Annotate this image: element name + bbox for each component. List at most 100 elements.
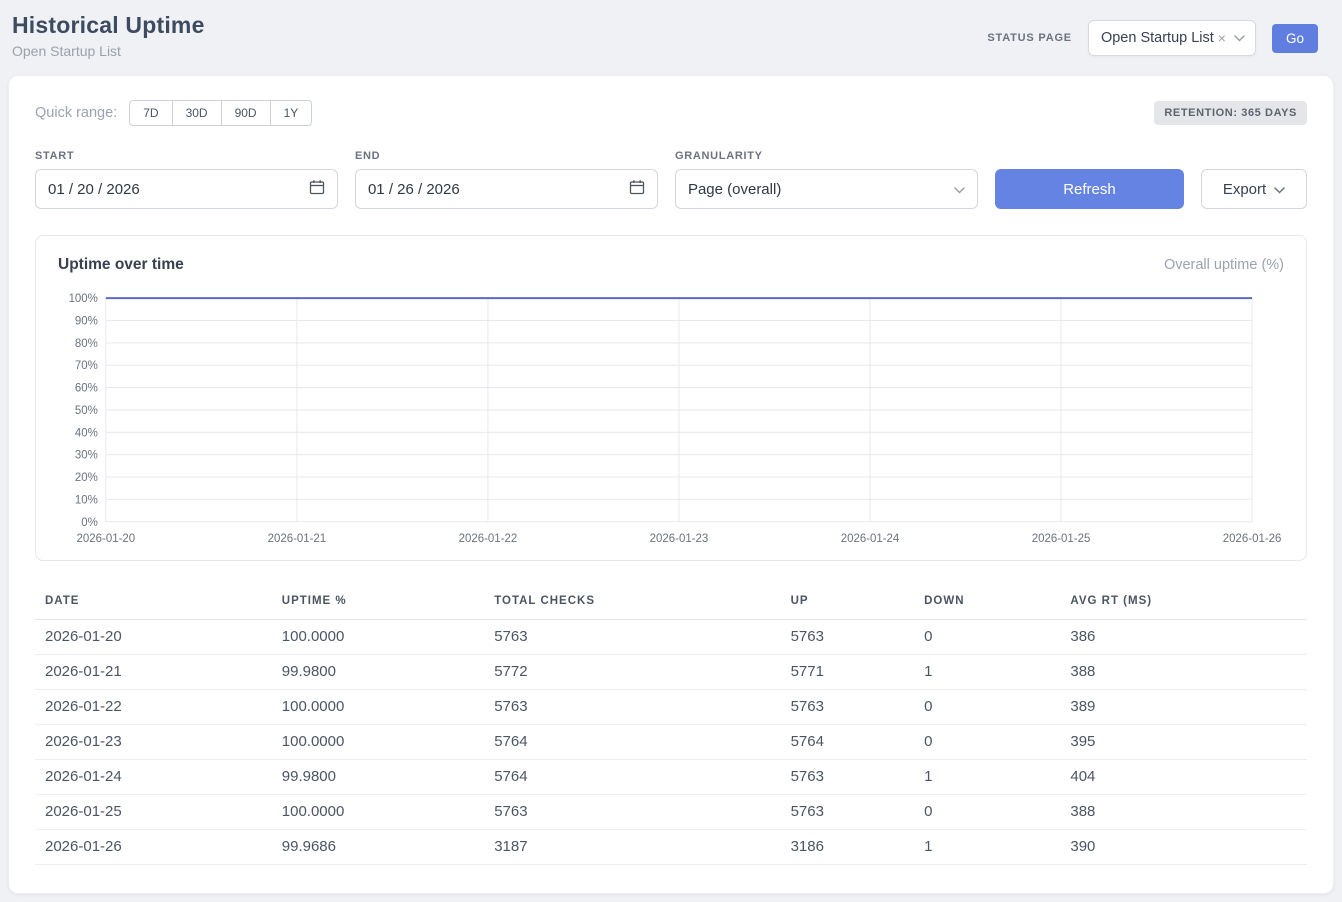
- svg-text:80%: 80%: [75, 338, 98, 350]
- table-cell: 0: [924, 690, 1070, 725]
- svg-text:40%: 40%: [75, 427, 98, 439]
- table-cell: 2026-01-24: [35, 760, 282, 795]
- column-header-uptime: UPTIME %: [282, 587, 494, 620]
- quick-range-buttons: 7D 30D 90D 1Y: [129, 100, 312, 126]
- chart-plot-area: 0%10%20%30%40%50%60%70%80%90%100%2026-01…: [58, 288, 1284, 548]
- table-cell: 1: [924, 760, 1070, 795]
- svg-text:2026-01-24: 2026-01-24: [841, 533, 900, 545]
- granularity-select[interactable]: Page (overall): [675, 169, 978, 209]
- table-cell: 2026-01-20: [35, 620, 282, 655]
- table-row: 2026-01-2699.9686318731861390: [35, 830, 1307, 865]
- table-cell: 2026-01-21: [35, 655, 282, 690]
- svg-text:90%: 90%: [75, 315, 98, 327]
- table-cell: 1: [924, 655, 1070, 690]
- table-row: 2026-01-25100.0000576357630388: [35, 795, 1307, 830]
- table-cell: 0: [924, 620, 1070, 655]
- table-row: 2026-01-2499.9800576457631404: [35, 760, 1307, 795]
- table-cell: 99.9686: [282, 830, 494, 865]
- table-cell: 100.0000: [282, 725, 494, 760]
- svg-text:2026-01-25: 2026-01-25: [1032, 533, 1091, 545]
- start-date-label: START: [35, 150, 338, 162]
- table-row: 2026-01-20100.0000576357630386: [35, 620, 1307, 655]
- quick-range-label: Quick range:: [35, 105, 117, 121]
- table-cell: 5764: [791, 725, 925, 760]
- status-page-select[interactable]: Open Startup List ×: [1088, 20, 1256, 56]
- calendar-icon[interactable]: [309, 179, 325, 199]
- table-cell: 388: [1070, 655, 1307, 690]
- page-heading-block: Historical Uptime Open Startup List: [12, 12, 205, 59]
- table-cell: 0: [924, 795, 1070, 830]
- column-header-avg-rt: AVG RT (MS): [1070, 587, 1307, 620]
- table-cell: 0: [924, 725, 1070, 760]
- svg-text:2026-01-26: 2026-01-26: [1223, 533, 1282, 545]
- go-button[interactable]: Go: [1272, 24, 1318, 53]
- table-cell: 2026-01-26: [35, 830, 282, 865]
- chevron-down-icon: [954, 181, 965, 198]
- table-cell: 388: [1070, 795, 1307, 830]
- svg-text:2026-01-22: 2026-01-22: [459, 533, 518, 545]
- table-cell: 1: [924, 830, 1070, 865]
- column-header-total-checks: TOTAL CHECKS: [494, 587, 790, 620]
- calendar-icon[interactable]: [629, 179, 645, 199]
- table-row: 2026-01-22100.0000576357630389: [35, 690, 1307, 725]
- svg-text:2026-01-21: 2026-01-21: [268, 533, 327, 545]
- svg-text:60%: 60%: [75, 383, 98, 395]
- quick-range-90d-button[interactable]: 90D: [221, 100, 271, 126]
- svg-text:2026-01-20: 2026-01-20: [77, 533, 136, 545]
- page-title: Historical Uptime: [12, 12, 205, 39]
- table-cell: 99.9800: [282, 760, 494, 795]
- column-header-down: DOWN: [924, 587, 1070, 620]
- table-cell: 5763: [791, 760, 925, 795]
- table-cell: 2026-01-25: [35, 795, 282, 830]
- granularity-field: GRANULARITY Page (overall): [675, 150, 978, 209]
- chevron-down-icon: [1274, 181, 1285, 198]
- end-date-input[interactable]: 01 / 26 / 2026: [355, 169, 658, 209]
- table-cell: 5763: [791, 795, 925, 830]
- quick-range-30d-button[interactable]: 30D: [172, 100, 222, 126]
- column-header-up: UP: [791, 587, 925, 620]
- status-page-label: STATUS PAGE: [987, 32, 1072, 44]
- header-right: STATUS PAGE Open Startup List × Go: [987, 12, 1330, 56]
- quick-range-7d-button[interactable]: 7D: [129, 100, 172, 126]
- uptime-chart-card: Uptime over time Overall uptime (%) 0%10…: [35, 235, 1307, 561]
- column-header-date: DATE: [35, 587, 282, 620]
- refresh-button[interactable]: Refresh: [995, 169, 1184, 209]
- end-date-field: END 01 / 26 / 2026: [355, 150, 658, 209]
- chart-header: Uptime over time Overall uptime (%): [58, 256, 1284, 274]
- export-button[interactable]: Export: [1201, 169, 1307, 209]
- table-cell: 2026-01-22: [35, 690, 282, 725]
- chart-legend: Overall uptime (%): [1164, 257, 1284, 273]
- uptime-table: DATE UPTIME % TOTAL CHECKS UP DOWN AVG R…: [35, 587, 1307, 865]
- page-subtitle: Open Startup List: [12, 43, 205, 59]
- table-cell: 5763: [494, 620, 790, 655]
- table-cell: 5764: [494, 760, 790, 795]
- granularity-label: GRANULARITY: [675, 150, 978, 162]
- clear-selection-icon[interactable]: ×: [1218, 31, 1226, 45]
- uptime-table-head: DATE UPTIME % TOTAL CHECKS UP DOWN AVG R…: [35, 587, 1307, 620]
- table-cell: 100.0000: [282, 795, 494, 830]
- svg-text:10%: 10%: [75, 494, 98, 506]
- table-cell: 389: [1070, 690, 1307, 725]
- table-cell: 5763: [494, 690, 790, 725]
- table-cell: 395: [1070, 725, 1307, 760]
- chart-title: Uptime over time: [58, 256, 184, 274]
- main-card: Quick range: 7D 30D 90D 1Y RETENTION: 36…: [8, 75, 1334, 894]
- table-cell: 390: [1070, 830, 1307, 865]
- filters-form-row: START 01 / 20 / 2026 END 01 / 26 / 2026 …: [35, 150, 1307, 209]
- svg-text:2026-01-23: 2026-01-23: [650, 533, 709, 545]
- start-date-input[interactable]: 01 / 20 / 2026: [35, 169, 338, 209]
- svg-text:100%: 100%: [69, 293, 98, 305]
- quick-range-1y-button[interactable]: 1Y: [270, 100, 313, 126]
- table-cell: 5763: [791, 620, 925, 655]
- table-cell: 100.0000: [282, 690, 494, 725]
- table-cell: 3187: [494, 830, 790, 865]
- table-cell: 99.9800: [282, 655, 494, 690]
- table-cell: 386: [1070, 620, 1307, 655]
- table-cell: 5763: [494, 795, 790, 830]
- table-row: 2026-01-23100.0000576457640395: [35, 725, 1307, 760]
- granularity-selected-value: Page (overall): [688, 181, 781, 198]
- end-date-label: END: [355, 150, 658, 162]
- svg-text:50%: 50%: [75, 405, 98, 417]
- page-header: Historical Uptime Open Startup List STAT…: [0, 0, 1342, 75]
- table-cell: 3186: [791, 830, 925, 865]
